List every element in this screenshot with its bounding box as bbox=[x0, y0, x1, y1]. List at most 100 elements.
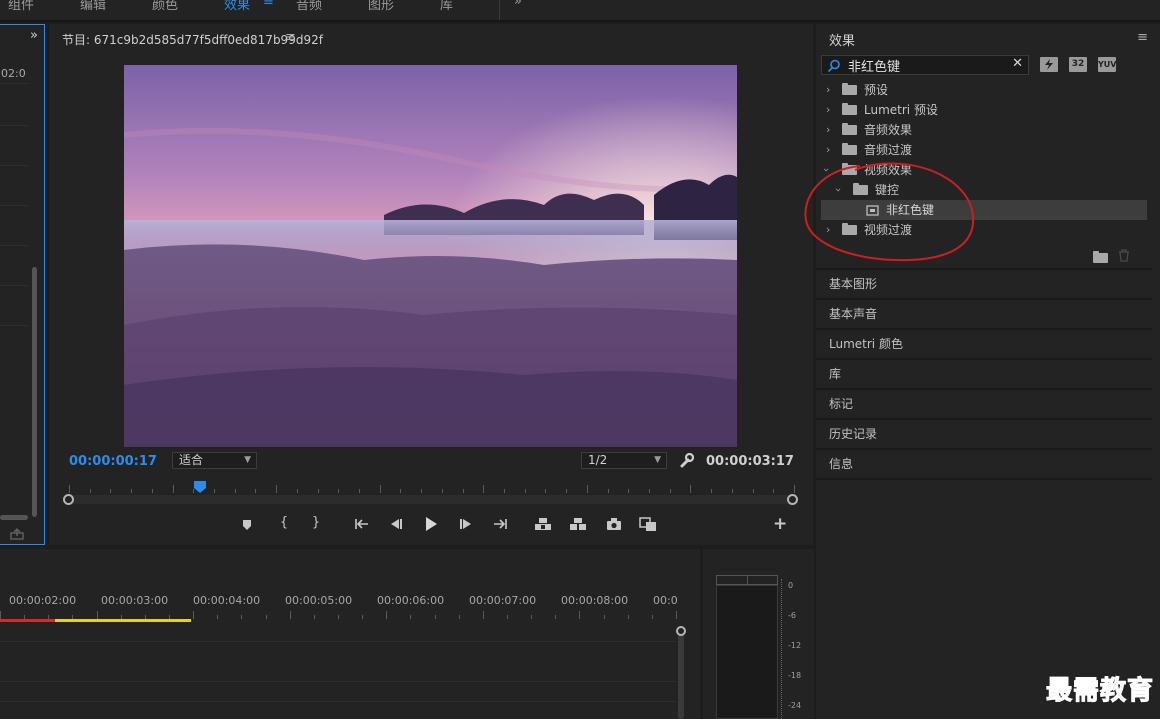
playhead[interactable] bbox=[191, 480, 209, 494]
ruler-tick bbox=[604, 615, 605, 619]
chevron-right-icon[interactable]: › bbox=[826, 100, 830, 120]
go-to-out-button[interactable] bbox=[492, 517, 508, 531]
mark-out-button[interactable]: } bbox=[307, 515, 325, 530]
workspace-tab-editing[interactable]: 编辑 bbox=[80, 0, 106, 13]
extract-button[interactable] bbox=[568, 516, 588, 532]
export-icon[interactable] bbox=[10, 528, 24, 540]
video-preview[interactable] bbox=[124, 65, 737, 447]
program-monitor-title: 节目: 671c9b2d585d77f5dff0ed817b99d92f bbox=[62, 33, 323, 47]
scrollbar-start-handle[interactable] bbox=[63, 494, 74, 505]
wrench-icon[interactable] bbox=[679, 453, 694, 468]
workspace-tab-libraries[interactable]: 库 bbox=[440, 0, 453, 13]
resolution-dropdown[interactable]: 1/2 ▼ bbox=[581, 452, 667, 469]
panel-menu-icon[interactable]: ≡ bbox=[285, 30, 296, 45]
scrollbar-handle[interactable] bbox=[676, 626, 686, 636]
ruler-tick bbox=[459, 615, 460, 619]
ruler-tick bbox=[400, 489, 401, 493]
go-to-in-button[interactable] bbox=[354, 517, 370, 531]
chevron-right-icon[interactable]: › bbox=[826, 120, 830, 140]
ruler-tick bbox=[587, 485, 588, 493]
panel-expand-icon[interactable]: » bbox=[30, 28, 38, 43]
mark-in-button[interactable]: { bbox=[275, 515, 293, 530]
time-ruler[interactable] bbox=[0, 611, 677, 619]
timeline-panel: 00:00:02:00 00:00:03:00 00:00:04:00 00:0… bbox=[0, 549, 700, 719]
tree-item-audio-transitions[interactable]: › 音频过渡 bbox=[821, 140, 1147, 160]
folder-icon bbox=[842, 143, 857, 155]
tree-item-presets[interactable]: › 预设 bbox=[821, 80, 1147, 100]
step-forward-button[interactable] bbox=[458, 518, 474, 530]
ruler-tick bbox=[318, 489, 319, 493]
add-marker-button[interactable] bbox=[242, 519, 252, 531]
zoom-scrollbar[interactable] bbox=[63, 495, 793, 504]
tree-item-label: Lumetri 预设 bbox=[864, 103, 938, 117]
clear-search-icon[interactable]: ✕ bbox=[1012, 56, 1023, 71]
meter-scale-label: -18 bbox=[788, 671, 802, 680]
ruler-tick bbox=[531, 615, 532, 619]
workspace-tab-graphics[interactable]: 图形 bbox=[368, 0, 394, 13]
workspace-tab-assembly[interactable]: 组件 bbox=[8, 0, 34, 13]
section-markers[interactable]: 标记 bbox=[816, 388, 1152, 418]
new-bin-icon[interactable] bbox=[1093, 251, 1108, 263]
tree-item-lumetri-presets[interactable]: › Lumetri 预设 bbox=[821, 100, 1147, 120]
fit-dropdown-value: 适合 bbox=[179, 453, 204, 467]
section-info[interactable]: 信息 bbox=[816, 448, 1152, 478]
mini-time-ruler[interactable] bbox=[69, 485, 795, 493]
comparison-view-button[interactable] bbox=[638, 516, 658, 532]
ruler-tick bbox=[362, 615, 363, 619]
ruler-tick bbox=[297, 489, 298, 493]
play-button[interactable] bbox=[423, 516, 439, 532]
step-back-button[interactable] bbox=[388, 518, 404, 530]
vertical-scrollbar[interactable] bbox=[678, 633, 684, 719]
section-essential-graphics[interactable]: 基本图形 bbox=[816, 268, 1152, 298]
track-divider bbox=[0, 641, 676, 642]
ruler-tick bbox=[483, 485, 484, 493]
search-icon bbox=[827, 59, 840, 73]
divider bbox=[0, 285, 28, 286]
ruler-tick bbox=[773, 489, 774, 493]
effects-search[interactable]: ✕ bbox=[821, 55, 1029, 75]
tree-item-audio-effects[interactable]: › 音频效果 bbox=[821, 120, 1147, 140]
yuv-effects-filter[interactable]: YUV bbox=[1098, 57, 1116, 72]
ruler-tick bbox=[608, 489, 609, 493]
workspace-tab-audio[interactable]: 音频 bbox=[296, 0, 322, 13]
workspace-bar: 组件 编辑 颜色 效果 ≡ 音频 图形 库 » bbox=[0, 0, 1160, 22]
ruler-tick bbox=[110, 489, 111, 493]
section-essential-sound[interactable]: 基本声音 bbox=[816, 298, 1152, 328]
annotation-circle bbox=[804, 162, 975, 262]
ruler-tick bbox=[463, 489, 464, 493]
vertical-scrollbar[interactable] bbox=[32, 267, 37, 517]
add-button[interactable]: + bbox=[773, 514, 787, 534]
workspace-overflow-icon[interactable]: » bbox=[514, 0, 522, 9]
ruler-tick bbox=[525, 489, 526, 493]
section-history[interactable]: 历史记录 bbox=[816, 418, 1152, 448]
camera-icon[interactable] bbox=[605, 517, 623, 531]
accelerated-effects-filter[interactable] bbox=[1040, 57, 1058, 72]
workspace-tab-color[interactable]: 颜色 bbox=[152, 0, 178, 13]
panel-menu-icon[interactable]: ≡ bbox=[1137, 30, 1148, 45]
ruler-tick bbox=[566, 489, 567, 493]
divider bbox=[0, 325, 28, 326]
current-timecode[interactable]: 00:00:00:17 bbox=[69, 454, 157, 469]
search-input[interactable] bbox=[848, 57, 1008, 73]
32bit-effects-filter[interactable]: 32 bbox=[1069, 57, 1087, 72]
scrollbar-end-handle[interactable] bbox=[787, 494, 798, 505]
lift-button[interactable] bbox=[533, 516, 553, 532]
program-monitor: 节目: 671c9b2d585d77f5dff0ed817b99d92f ≡ 0… bbox=[49, 24, 813, 545]
fit-dropdown[interactable]: 适合 ▼ bbox=[172, 452, 257, 469]
workspace-tab-effects[interactable]: 效果 bbox=[224, 0, 250, 13]
render-bar-yellow bbox=[55, 619, 191, 622]
section-libraries[interactable]: 库 bbox=[816, 358, 1152, 388]
peak-indicators[interactable] bbox=[716, 575, 778, 585]
chevron-right-icon[interactable]: › bbox=[826, 80, 830, 100]
trash-icon[interactable] bbox=[1118, 249, 1130, 262]
ruler-tick bbox=[386, 611, 387, 619]
horizontal-scrollbar[interactable] bbox=[0, 515, 28, 520]
audio-meters: 0 -6 -12 -18 -24 bbox=[703, 549, 814, 719]
ruler-time-label: 00:00:05:00 bbox=[285, 594, 353, 607]
section-lumetri-color[interactable]: Lumetri 颜色 bbox=[816, 328, 1152, 358]
workspace-menu-icon[interactable]: ≡ bbox=[263, 0, 274, 9]
chevron-right-icon[interactable]: › bbox=[826, 140, 830, 160]
ruler-tick bbox=[507, 615, 508, 619]
ruler-tick bbox=[152, 489, 153, 493]
ruler-tick bbox=[628, 489, 629, 493]
